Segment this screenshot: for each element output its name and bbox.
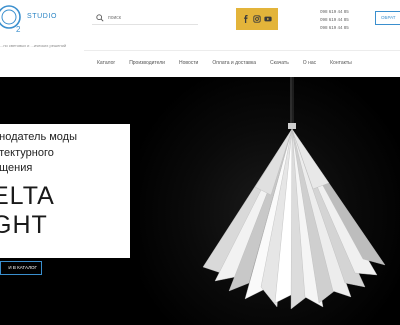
- phone-number[interactable]: 098 619 44 85: [320, 24, 349, 32]
- callback-button[interactable]: ОБРАТ: [375, 11, 400, 25]
- pendant-lamp-image: [202, 77, 386, 310]
- go-to-catalog-button[interactable]: И В КАТАЛОГ: [0, 261, 42, 275]
- nav-item-news[interactable]: Новости: [179, 60, 198, 66]
- hero-banner: онодатель моды итектурного ещения ELTA G…: [0, 77, 400, 325]
- brand-tagline: ...но световых и ...ических решений: [0, 43, 67, 48]
- nav-item-payment-delivery[interactable]: Оплата и доставка: [212, 60, 256, 66]
- site-header: 2 STUDIO 098 619 44 85 098 619 44 85 098…: [0, 0, 400, 42]
- phone-number[interactable]: 098 619 44 85: [320, 8, 349, 16]
- nav-item-catalog[interactable]: Каталог: [97, 60, 115, 66]
- search-input[interactable]: [108, 14, 188, 21]
- nav-item-about[interactable]: О нас: [303, 60, 316, 66]
- instagram-icon[interactable]: [252, 15, 261, 24]
- social-links: [236, 8, 278, 30]
- logo-icon[interactable]: 2: [0, 4, 24, 34]
- youtube-icon[interactable]: [264, 15, 273, 24]
- phone-list: 098 619 44 85 098 619 44 85 098 619 44 8…: [320, 8, 349, 32]
- hero-brand-name: ELTA GHT: [0, 182, 55, 239]
- facebook-icon[interactable]: [241, 15, 250, 24]
- search-bar[interactable]: [92, 11, 198, 25]
- nav-item-manufacturers[interactable]: Производители: [129, 60, 165, 66]
- svg-text:2: 2: [16, 25, 21, 34]
- logo-studio-text[interactable]: STUDIO: [27, 13, 57, 20]
- hero-text-card: онодатель моды итектурного ещения ELTA G…: [0, 124, 130, 258]
- search-icon[interactable]: [96, 13, 104, 22]
- main-nav: Каталог Производители Новости Оплата и д…: [84, 50, 400, 74]
- nav-item-download[interactable]: Скачать: [270, 60, 289, 66]
- hero-title: онодатель моды итектурного ещения: [0, 131, 77, 174]
- nav-item-contacts[interactable]: Контакты: [330, 60, 352, 66]
- phone-number[interactable]: 098 619 44 85: [320, 16, 349, 24]
